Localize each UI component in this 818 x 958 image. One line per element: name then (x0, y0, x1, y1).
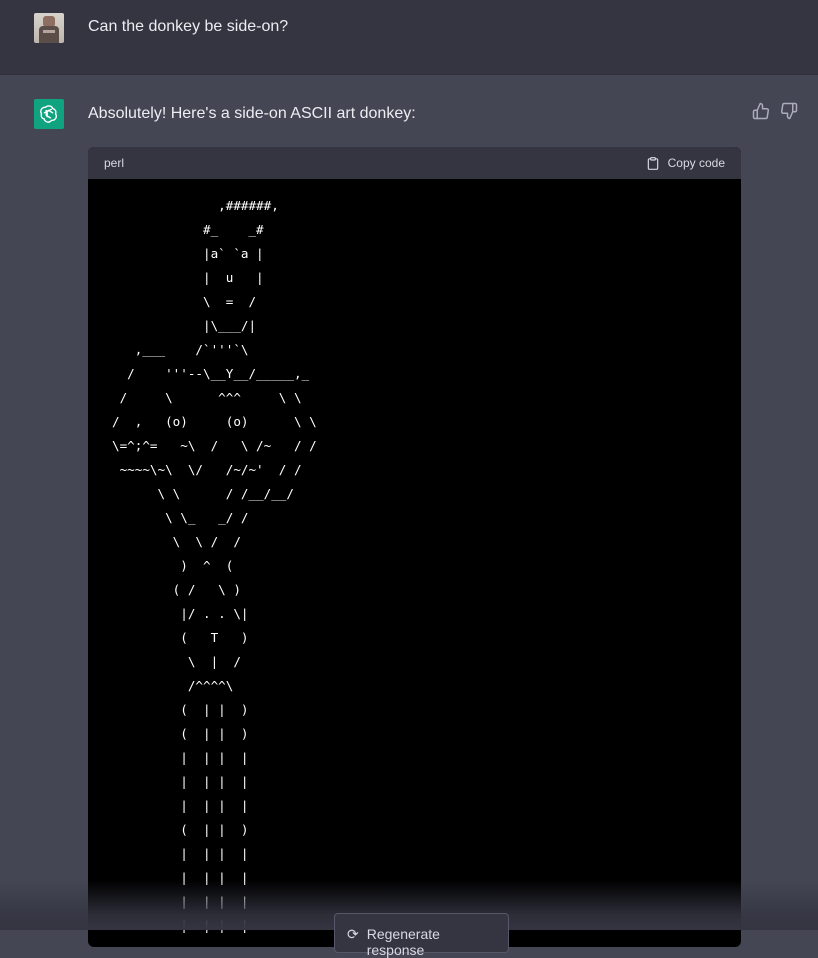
code-line: |\___/| (112, 318, 257, 333)
clipboard-icon (647, 156, 658, 170)
code-line: #_ _# (112, 222, 264, 237)
code-line: \ \ / /__/__/ (112, 486, 294, 501)
code-line: ( | | ) (112, 822, 249, 837)
copy-code-label: Copy code (667, 156, 725, 170)
code-language-label: perl (104, 156, 125, 170)
ascii-art-code: ,######, #_ _# |a` `a | | u | \ = / |\__… (88, 179, 741, 947)
code-line: \ = / (112, 294, 257, 309)
thumbs-down-icon[interactable] (780, 102, 798, 120)
code-line: | | | | (112, 750, 249, 765)
code-line: \ | / (112, 654, 241, 669)
code-line: ,___ /`'''`\ (112, 342, 249, 357)
user-message-text: Can the donkey be side-on? (88, 18, 289, 35)
code-line: ,######, (112, 198, 279, 213)
user-avatar (34, 13, 64, 43)
code-line: ( / \ ) (112, 582, 241, 597)
code-line: ~~~~\~\ \/ /~/~' / / (112, 462, 302, 477)
code-line: \=^;^= ~\ / \ /~ / / (112, 438, 317, 453)
code-line: | | | | (112, 798, 249, 813)
code-line: \ \ / / (112, 534, 241, 549)
code-line: ) ^ ( (112, 558, 234, 573)
code-line: ( | | ) (112, 726, 249, 741)
code-line: / \ ^^^ \ \ (112, 390, 302, 405)
code-line: ( | | ) (112, 702, 249, 717)
code-line: /^^^^\ (112, 678, 234, 693)
code-block: perl Copy code ,######, #_ _# |a` `a | |… (88, 147, 741, 947)
chatgpt-logo-icon (34, 99, 64, 129)
regenerate-label: Regenerate response (366, 926, 440, 958)
code-block-header: perl Copy code (88, 147, 741, 179)
copy-code-button[interactable]: Copy code (646, 156, 725, 171)
code-line: / '''--\__Y__/_____,_ (112, 366, 310, 381)
thumbs-up-icon[interactable] (752, 102, 770, 120)
code-line: |/ . . \| (112, 606, 249, 621)
code-line: | | | | (112, 774, 249, 789)
assistant-message-text: Absolutely! Here's a side-on ASCII art d… (88, 105, 416, 122)
user-message-row: Can the donkey be side-on? (0, 0, 818, 75)
refresh-icon: ⟳ (347, 926, 359, 942)
code-line: \ \_ _/ / (112, 510, 249, 525)
code-line: / , (o) (o) \ \ (112, 414, 317, 429)
regenerate-response-button[interactable]: ⟳ Regenerate response (334, 913, 509, 958)
code-line: |a` `a | (112, 246, 264, 261)
code-line: | u | (112, 270, 264, 285)
code-line: | | | | (112, 846, 249, 861)
code-line: ( T ) (112, 630, 249, 645)
